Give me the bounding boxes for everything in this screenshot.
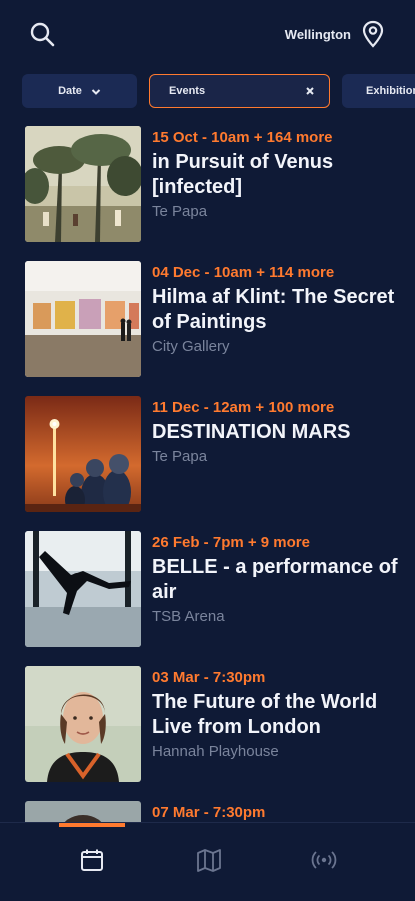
- search-icon[interactable]: [28, 20, 56, 48]
- events-filter-chip[interactable]: Events: [149, 74, 330, 108]
- map-pin-icon: [361, 20, 385, 48]
- bottom-tab-bar: [0, 822, 415, 901]
- event-datetime: 04 Dec - 10am + 114 more: [152, 264, 335, 281]
- event-venue: TSB Arena: [152, 608, 225, 625]
- event-thumbnail: [25, 396, 141, 512]
- event-datetime: 07 Mar - 7:30pm: [152, 804, 266, 821]
- calendar-icon: [81, 849, 103, 871]
- event-card[interactable]: 11 Dec - 12am + 100 more DESTINATION MAR…: [25, 396, 395, 512]
- event-card[interactable]: 03 Mar - 7:30pm The Future of the World …: [25, 666, 395, 782]
- filter-bar: Date Events Exhibitions: [22, 74, 415, 110]
- tab-map[interactable]: [175, 823, 241, 893]
- event-venue: Hannah Playhouse: [152, 743, 279, 760]
- event-thumbnail: [25, 801, 141, 822]
- event-thumbnail: [25, 261, 141, 377]
- event-title: in Pursuit of Venus [infected]: [152, 151, 334, 198]
- tab-calendar[interactable]: [59, 823, 125, 893]
- tab-live[interactable]: [290, 823, 356, 893]
- exhibitions-filter-label: Exhibitions: [366, 85, 415, 97]
- event-datetime: 11 Dec - 12am + 100 more: [152, 399, 335, 416]
- event-card[interactable]: 07 Mar - 7:30pm: [25, 801, 395, 822]
- event-datetime: 03 Mar - 7:30pm: [152, 669, 266, 686]
- event-datetime: 26 Feb - 7pm + 9 more: [152, 534, 310, 551]
- event-title: DESTINATION MARS: [152, 421, 351, 443]
- location-selector[interactable]: Wellington: [285, 20, 385, 48]
- exhibitions-filter-chip[interactable]: Exhibitions: [342, 74, 415, 108]
- event-title: BELLE - a performance of air: [152, 556, 398, 603]
- event-venue: Te Papa: [152, 448, 208, 465]
- event-title: The Future of the World Live from London: [152, 691, 378, 738]
- event-venue: City Gallery: [152, 338, 230, 355]
- date-filter-label: Date: [58, 85, 82, 97]
- event-card[interactable]: 15 Oct - 10am + 164 more in Pursuit of V…: [25, 126, 395, 242]
- event-card[interactable]: 04 Dec - 10am + 114 more Hilma af Klint:…: [25, 261, 395, 377]
- top-bar: Wellington: [0, 0, 415, 68]
- event-thumbnail: [25, 126, 141, 242]
- event-card[interactable]: 26 Feb - 7pm + 9 more BELLE - a performa…: [25, 531, 398, 647]
- event-title: Hilma af Klint: The Secret of Paintings: [152, 286, 395, 333]
- active-tab-indicator: [59, 823, 125, 827]
- map-icon: [197, 849, 221, 872]
- event-venue: Te Papa: [152, 203, 208, 220]
- date-filter-chip[interactable]: Date: [22, 74, 137, 108]
- event-thumbnail: [25, 531, 141, 647]
- event-list: 15 Oct - 10am + 164 more in Pursuit of V…: [0, 124, 415, 822]
- events-filter-label: Events: [169, 85, 206, 97]
- event-datetime: 15 Oct - 10am + 164 more: [152, 129, 333, 146]
- chevron-down-icon: [91, 87, 101, 95]
- event-thumbnail: [25, 666, 141, 782]
- broadcast-icon: [311, 851, 337, 869]
- location-label: Wellington: [284, 26, 351, 42]
- close-icon[interactable]: [305, 86, 315, 96]
